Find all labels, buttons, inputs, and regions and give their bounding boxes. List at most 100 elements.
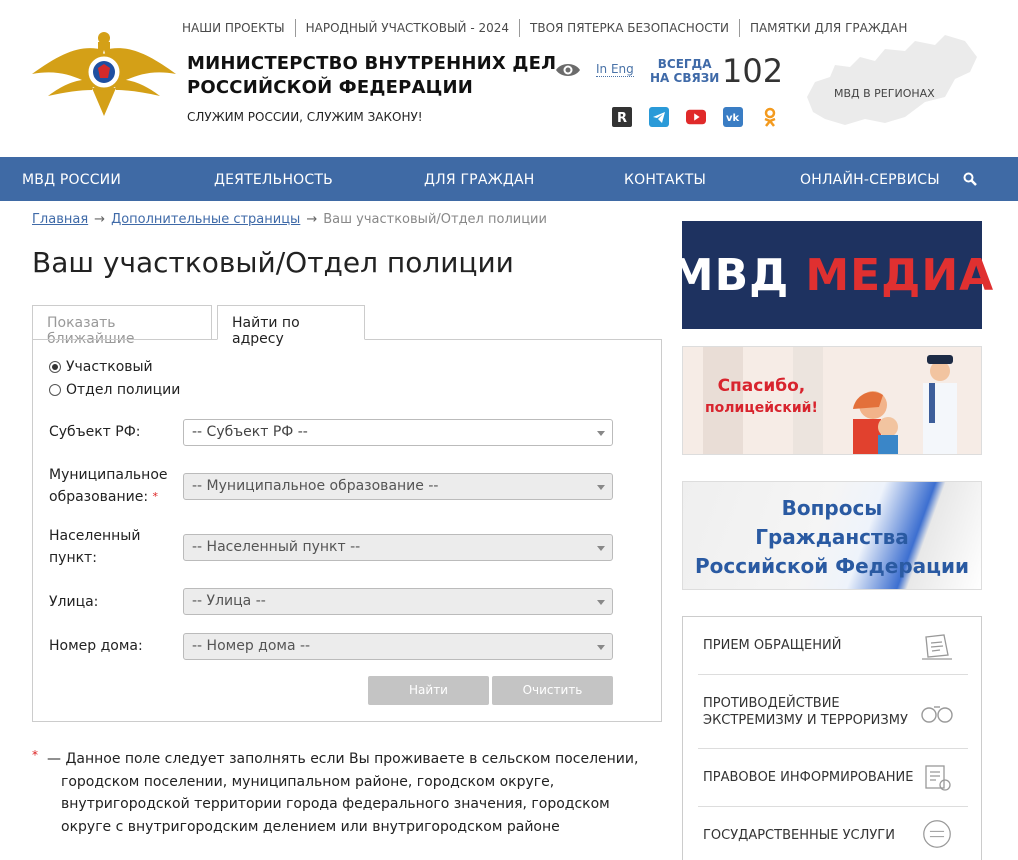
chevron-down-icon — [597, 485, 605, 490]
radio-checked-icon[interactable] — [49, 361, 61, 373]
required-mark: * — [152, 490, 159, 503]
radio-unchecked-icon[interactable] — [49, 384, 61, 396]
radio-department[interactable]: Отдел полиции — [49, 382, 180, 398]
house-select-value: -- Номер дома -- — [192, 638, 311, 654]
radio-officer-label: Участковый — [66, 359, 153, 375]
media-word-mvd: МВД — [669, 249, 790, 301]
chevron-down-icon — [597, 645, 605, 650]
handcuffs-icon — [921, 706, 953, 723]
top-link-safety-five[interactable]: ТВОЯ ПЯТЕРКА БЕЗОПАСНОСТИ — [519, 19, 739, 37]
settlement-label-line1: Населенный — [49, 528, 141, 544]
service-label: ПРИЕМ ОБРАЩЕНИЙ — [703, 638, 842, 653]
subject-select-value: -- Субъект РФ -- — [192, 424, 308, 440]
legal-document-icon — [925, 765, 951, 791]
regions-link[interactable]: МВД В РЕГИОНАХ — [834, 87, 935, 100]
telegram-icon[interactable] — [649, 107, 669, 127]
nav-item-citizens[interactable]: ДЛЯ ГРАЖДАН — [424, 172, 535, 188]
thanks-line1: Спасибо, — [717, 376, 806, 396]
note-text: — Данное поле следует заполнять если Вы … — [47, 751, 639, 835]
municipal-label: Муниципальное образование: * — [49, 464, 168, 508]
ministry-name[interactable]: МИНИСТЕРСТВО ВНУТРЕННИХ ДЕЛ РОССИЙСКОЙ Ф… — [187, 52, 556, 100]
municipal-select-value: -- Муниципальное образование -- — [192, 478, 439, 494]
motto: СЛУЖИМ РОССИИ, СЛУЖИМ ЗАКОНУ! — [187, 110, 423, 124]
find-button[interactable]: Найти — [368, 676, 489, 705]
citizenship-text: Вопросы Гражданства Российской Федерации — [683, 494, 981, 581]
main-nav: МВД РОССИИ ДЕЯТЕЛЬНОСТЬ ДЛЯ ГРАЖДАН КОНТ… — [0, 157, 1018, 201]
youtube-icon[interactable] — [686, 107, 706, 127]
top-link-people-officer[interactable]: НАРОДНЫЙ УЧАСТКОВЫЙ - 2024 — [294, 19, 519, 37]
lang-switch-link[interactable]: In Eng — [596, 62, 634, 77]
services-list: ПРИЕМ ОБРАЩЕНИЙ ПРОТИВОДЕЙСТВИЕ ЭКСТРЕМИ… — [682, 616, 982, 860]
subject-label: Субъект РФ: — [49, 424, 141, 440]
settlement-label-line2: пункт: — [49, 550, 97, 566]
nav-item-contacts[interactable]: КОНТАКТЫ — [624, 172, 706, 188]
breadcrumb: Главная → Дополнительные страницы → Ваш учас… — [32, 212, 547, 227]
street-select[interactable]: -- Улица -- — [183, 588, 613, 615]
breadcrumb-separator: → — [94, 212, 106, 227]
always-online-label: ВСЕГДА НА СВЯЗИ — [650, 57, 719, 85]
thanks-line2: полицейский! — [705, 400, 818, 416]
chevron-down-icon — [597, 600, 605, 605]
tab-show-nearest[interactable]: Показать ближайшие — [32, 305, 212, 347]
top-link-projects[interactable]: НАШИ ПРОЕКТЫ — [172, 19, 295, 37]
breadcrumb-home[interactable]: Главная — [32, 212, 88, 227]
settlement-label: Населенный пункт: — [49, 525, 140, 569]
mvd-media-banner[interactable]: МВД МЕДИА — [670, 221, 993, 329]
breadcrumb-separator: → — [306, 212, 318, 227]
rutube-icon[interactable]: R — [612, 107, 632, 127]
always-line2: НА СВЯЗИ — [650, 71, 720, 85]
breadcrumb-current: Ваш участковый/Отдел полиции — [323, 212, 547, 227]
radio-department-label: Отдел полиции — [66, 382, 181, 398]
emergency-phone[interactable]: 102 — [722, 52, 783, 90]
nav-item-activity[interactable]: ДЕЯТЕЛЬНОСТЬ — [214, 172, 333, 188]
settlement-select[interactable]: -- Населенный пункт -- — [183, 534, 613, 561]
municipal-label-line2: образование: — [49, 489, 149, 505]
subject-select[interactable]: -- Субъект РФ -- — [183, 419, 613, 446]
thanks-text: Спасибо, полицейский! — [705, 375, 818, 419]
service-item-gov-services[interactable]: ГОСУДАРСТВЕННЫЕ УСЛУГИ — [698, 807, 968, 860]
radio-officer[interactable]: Участковый — [49, 359, 153, 375]
service-item-extremism[interactable]: ПРОТИВОДЕЙСТВИЕ ЭКСТРЕМИЗМУ И ТЕРРОРИЗМУ — [698, 675, 968, 749]
search-icon[interactable] — [962, 171, 978, 187]
clear-button[interactable]: Очистить — [492, 676, 613, 705]
document-pen-icon — [922, 634, 952, 660]
house-label: Номер дома: — [49, 638, 143, 654]
service-item-legal-info[interactable]: ПРАВОВОЕ ИНФОРМИРОВАНИЕ — [698, 749, 968, 807]
citizenship-line3: Российской Федерации — [694, 554, 970, 578]
ministry-name-line2: РОССИЙСКОЙ ФЕДЕРАЦИИ — [187, 77, 474, 98]
russia-map-icon[interactable] — [805, 27, 980, 129]
street-label: Улица: — [49, 594, 99, 610]
ok-icon[interactable] — [760, 107, 780, 127]
eye-icon[interactable] — [555, 61, 581, 79]
tab-find-by-address[interactable]: Найти по адресу — [217, 305, 365, 347]
nav-item-mvd[interactable]: МВД РОССИИ — [22, 172, 121, 188]
social-links: R vk — [612, 107, 780, 127]
service-label: ГОСУДАРСТВЕННЫЕ УСЛУГИ — [703, 828, 895, 843]
citizenship-line2: Гражданства — [755, 525, 909, 549]
settlement-select-value: -- Населенный пункт -- — [192, 539, 361, 555]
ministry-name-line1: МИНИСТЕРСТВО ВНУТРЕННИХ ДЕЛ — [187, 53, 557, 74]
always-line1: ВСЕГДА — [657, 57, 712, 71]
vk-icon[interactable]: vk — [723, 107, 743, 127]
media-word-media: МЕДИА — [805, 249, 995, 301]
service-label: ПРАВОВОЕ ИНФОРМИРОВАНИЕ — [703, 770, 914, 785]
emblem-logo[interactable] — [32, 30, 176, 116]
required-field-note: * — Данное поле следует заполнять если В… — [32, 748, 652, 838]
svg-text:vk: vk — [726, 113, 740, 124]
page-title: Ваш участковый/Отдел полиции — [32, 246, 514, 279]
svg-text:R: R — [617, 111, 627, 126]
street-select-value: -- Улица -- — [192, 593, 266, 609]
search-form: Участковый Отдел полиции Субъект РФ: -- … — [32, 339, 662, 722]
citizenship-banner[interactable]: Вопросы Гражданства Российской Федерации — [682, 481, 982, 590]
thanks-police-banner[interactable]: Спасибо, полицейский! — [682, 346, 982, 455]
required-mark: * — [32, 748, 38, 762]
municipal-label-line1: Муниципальное — [49, 467, 168, 483]
breadcrumb-extra-pages[interactable]: Дополнительные страницы — [111, 212, 300, 227]
gosuslugi-icon — [923, 820, 951, 848]
nav-item-online-services[interactable]: ОНЛАЙН-СЕРВИСЫ — [800, 172, 940, 188]
municipal-select[interactable]: -- Муниципальное образование -- — [183, 473, 613, 500]
house-select[interactable]: -- Номер дома -- — [183, 633, 613, 660]
chevron-down-icon — [597, 546, 605, 551]
citizenship-line1: Вопросы — [781, 496, 883, 520]
service-item-appeals[interactable]: ПРИЕМ ОБРАЩЕНИЙ — [698, 617, 968, 675]
